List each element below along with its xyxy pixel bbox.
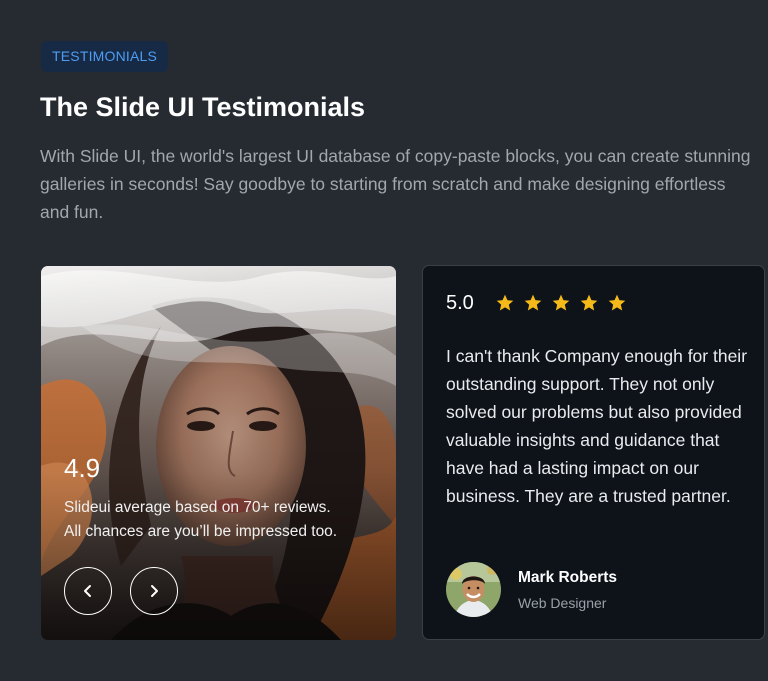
rating-caption-line-2: All chances are you’ll be impressed too.	[64, 523, 338, 540]
star-rating	[495, 293, 627, 313]
rating-image-card: 4.9 Slideui average based on 70+ reviews…	[41, 266, 396, 640]
testimonial-card: 5.0 I can't thank Company enough for the…	[422, 265, 765, 640]
section-badge: TESTIMONIALS	[41, 41, 169, 72]
rating-caption-line-1: Slideui average based on 70+ reviews.	[64, 499, 331, 516]
chevron-right-icon	[151, 585, 158, 597]
star-icon	[524, 294, 542, 311]
section-description: With Slide UI, the world's largest UI da…	[40, 146, 751, 222]
rating-caption: Slideui average based on 70+ reviews. Al…	[64, 496, 384, 544]
avatar	[446, 562, 501, 617]
chevron-left-icon	[84, 585, 91, 597]
previous-button[interactable]	[64, 567, 112, 615]
testimonials-section: TESTIMONIALS The Slide UI Testimonials W…	[0, 0, 768, 681]
next-button[interactable]	[130, 567, 178, 615]
star-icon	[608, 294, 626, 311]
testimonial-score: 5.0	[446, 292, 474, 314]
author-name: Mark Roberts	[518, 569, 618, 586]
star-icon	[496, 294, 514, 311]
average-rating: 4.9	[64, 453, 101, 483]
testimonial-quote: I can't thank Company enough for their o…	[446, 346, 748, 506]
author-photo	[446, 562, 501, 617]
author-role: Web Designer	[518, 595, 607, 611]
section-title: The Slide UI Testimonials	[40, 92, 366, 122]
star-icon	[580, 294, 598, 311]
star-icon	[552, 294, 570, 311]
